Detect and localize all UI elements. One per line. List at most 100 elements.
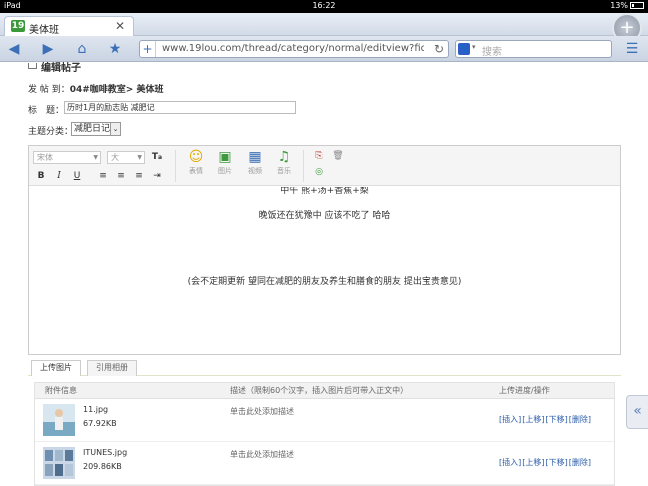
text-color-icon[interactable]: Ta xyxy=(151,151,163,163)
move-up-link[interactable]: [上移] xyxy=(522,458,544,467)
video-label: 视频 xyxy=(248,167,262,175)
insert-link[interactable]: [插入] xyxy=(499,458,521,467)
align-center-icon[interactable]: ≡ xyxy=(115,170,127,182)
list-icon[interactable]: ⇥ xyxy=(151,170,163,182)
side-panel-handle[interactable]: « xyxy=(626,395,648,429)
content-line: (会不定期更新 望同在减肥的朋友及养生和膳食的朋友 提出宝贵意见) xyxy=(187,277,462,287)
move-down-link[interactable]: [下移] xyxy=(546,415,568,424)
content-line: 晚饭还在犹豫中 应该不吃了 哈哈 xyxy=(258,211,391,221)
battery-percent: 13% xyxy=(610,1,628,10)
address-bar[interactable]: + www.19lou.com/thread/category/normal/e… xyxy=(139,40,449,58)
photo-thumbnail xyxy=(43,404,75,436)
title-input[interactable]: 历时1月的励志贴 减肥记 xyxy=(64,101,296,114)
editor-body[interactable]: 中午 熊+汤+香蕉+梨 晚饭还在犹豫中 应该不吃了 哈哈 (会不定期更新 望同在… xyxy=(29,187,620,354)
file-size: 67.92KB xyxy=(83,419,117,428)
delete-link[interactable]: [删除] xyxy=(569,458,591,467)
font-select[interactable]: 宋体 ▼ xyxy=(33,151,101,164)
content-line: 中午 熊+汤+香蕉+梨 xyxy=(280,187,369,196)
category-value: 减肥日记 xyxy=(74,124,111,134)
music-label: 音乐 xyxy=(277,167,291,175)
plus-icon: + xyxy=(619,17,635,38)
tab-upload-image[interactable]: 上传图片 xyxy=(31,360,81,376)
column-header: 描述（限制60个汉字，插入图片后可带入正文中） xyxy=(230,386,409,395)
paste-format-icon[interactable]: ⎘ xyxy=(313,150,325,162)
home-button[interactable]: ⌂ xyxy=(72,40,92,58)
menu-icon: ☰ xyxy=(625,41,639,57)
bold-icon[interactable]: B xyxy=(35,170,47,182)
engine-dropdown-icon[interactable]: ▾ xyxy=(472,43,476,51)
music-icon: ♫ xyxy=(277,149,291,165)
italic-icon[interactable]: I xyxy=(53,170,65,182)
move-down-link[interactable]: [下移] xyxy=(546,458,568,467)
photo-thumbnail xyxy=(43,447,75,479)
forward-button[interactable]: ▶ xyxy=(38,40,58,58)
chevron-down-icon: ▼ xyxy=(93,154,98,161)
chevron-down-icon: ⌄ xyxy=(110,123,120,135)
star-icon: ★ xyxy=(108,41,122,57)
bookmark-button[interactable]: ★ xyxy=(105,40,125,58)
tab-album[interactable]: 引用相册 xyxy=(87,360,137,376)
reload-icon[interactable]: ↻ xyxy=(434,41,444,57)
rich-text-editor: 宋体 ▼ 大 ▼ Ta B I U ≡ ≡ ≡ ⇥ ☺ 表情 ▣ 图片 ▦ 视频… xyxy=(28,145,621,355)
double-chevron-left-icon: « xyxy=(633,403,642,419)
attachment-table: 附件信息 描述（限制60个汉字，插入图片后可带入正文中） 上传进度/操作 11.… xyxy=(34,382,615,486)
description-field[interactable]: 单击此处添加描述 xyxy=(230,449,294,460)
font-select-value: 宋体 xyxy=(37,153,53,162)
url-text[interactable]: www.19lou.com/thread/category/normal/edi… xyxy=(162,43,424,54)
post-to-label: 发 帖 到： xyxy=(28,85,70,95)
editor-toolbar: 宋体 ▼ 大 ▼ Ta B I U ≡ ≡ ≡ ⇥ ☺ 表情 ▣ 图片 ▦ 视频… xyxy=(29,146,620,186)
attachment-table-header: 附件信息 描述（限制60个汉字，插入图片后可带入正文中） 上传进度/操作 xyxy=(35,383,614,399)
search-engine-icon[interactable]: 🐾 xyxy=(458,43,470,55)
browser-toolbar: ◀ ▶ ⌂ ★ + www.19lou.com/thread/category/… xyxy=(0,36,648,62)
upload-tabs: 上传图片 引用相册 xyxy=(28,360,621,376)
table-row: 11.jpg 67.92KB 单击此处添加描述 [插入][上移][下移][删除] xyxy=(35,400,614,442)
edit-post-icon xyxy=(28,63,37,69)
size-select-value: 大 xyxy=(111,153,119,162)
file-name: ITUNES.jpg xyxy=(83,448,128,457)
forward-arrow-icon: ▶ xyxy=(42,41,54,57)
back-button[interactable]: ◀ xyxy=(4,40,24,58)
insert-link[interactable]: [插入] xyxy=(499,415,521,424)
tab-bar: 19 美体班 ✕ + xyxy=(0,13,648,43)
search-box[interactable]: 🐾 ▾ 搜索 xyxy=(455,40,612,58)
category-select[interactable]: 减肥日记 ⌄ xyxy=(71,122,121,136)
status-bar: iPad 16:22 13% xyxy=(0,0,648,13)
source-code-icon[interactable]: ◎ xyxy=(313,166,325,178)
post-to-row: 发 帖 到：04#咖啡教室> 美体班 xyxy=(28,82,163,95)
search-input[interactable]: 搜索 xyxy=(482,43,502,58)
tab-title: 美体班 xyxy=(29,25,59,36)
align-right-icon[interactable]: ≡ xyxy=(133,170,145,182)
align-left-icon[interactable]: ≡ xyxy=(97,170,109,182)
music-button[interactable]: ♫ 音乐 xyxy=(270,149,298,176)
file-size: 209.86KB xyxy=(83,462,122,471)
emoticon-icon: ☺ xyxy=(188,149,204,165)
image-button[interactable]: ▣ 图片 xyxy=(211,149,239,176)
battery-indicator: 13% xyxy=(610,1,644,10)
site-logo-icon: 19 xyxy=(11,20,25,32)
table-row: ITUNES.jpg 209.86KB 单击此处添加描述 [插入][上移][下移… xyxy=(35,443,614,485)
description-field[interactable]: 单击此处添加描述 xyxy=(230,406,294,417)
browser-tab[interactable]: 19 美体班 ✕ xyxy=(4,16,134,36)
add-bookmark-icon[interactable]: + xyxy=(140,41,156,57)
file-operations: [插入][上移][下移][删除] xyxy=(499,414,592,425)
underline-icon[interactable]: U xyxy=(71,170,83,182)
title-label: 标 题： xyxy=(28,106,65,116)
move-up-link[interactable]: [上移] xyxy=(522,415,544,424)
column-header: 附件信息 xyxy=(45,386,77,395)
page-title: 编辑帖子 xyxy=(41,63,81,74)
chevron-down-icon: ▼ xyxy=(137,154,142,161)
file-name: 11.jpg xyxy=(83,405,109,414)
close-tab-icon[interactable]: ✕ xyxy=(115,19,125,33)
page-content: 编辑帖子 发 帖 到：04#咖啡教室> 美体班 标 题： 历时1月的励志贴 减肥… xyxy=(0,63,648,486)
video-icon: ▦ xyxy=(248,149,262,165)
category-label: 主题分类： xyxy=(28,127,74,137)
clock: 16:22 xyxy=(312,1,336,10)
trash-icon[interactable]: 🗑 xyxy=(332,150,344,162)
menu-button[interactable]: ☰ xyxy=(622,40,642,58)
delete-link[interactable]: [删除] xyxy=(569,415,591,424)
video-button[interactable]: ▦ 视频 xyxy=(241,149,269,176)
size-select[interactable]: 大 ▼ xyxy=(107,151,145,164)
battery-icon xyxy=(630,2,644,9)
emoticon-button[interactable]: ☺ 表情 xyxy=(182,149,210,176)
image-icon: ▣ xyxy=(218,149,232,165)
